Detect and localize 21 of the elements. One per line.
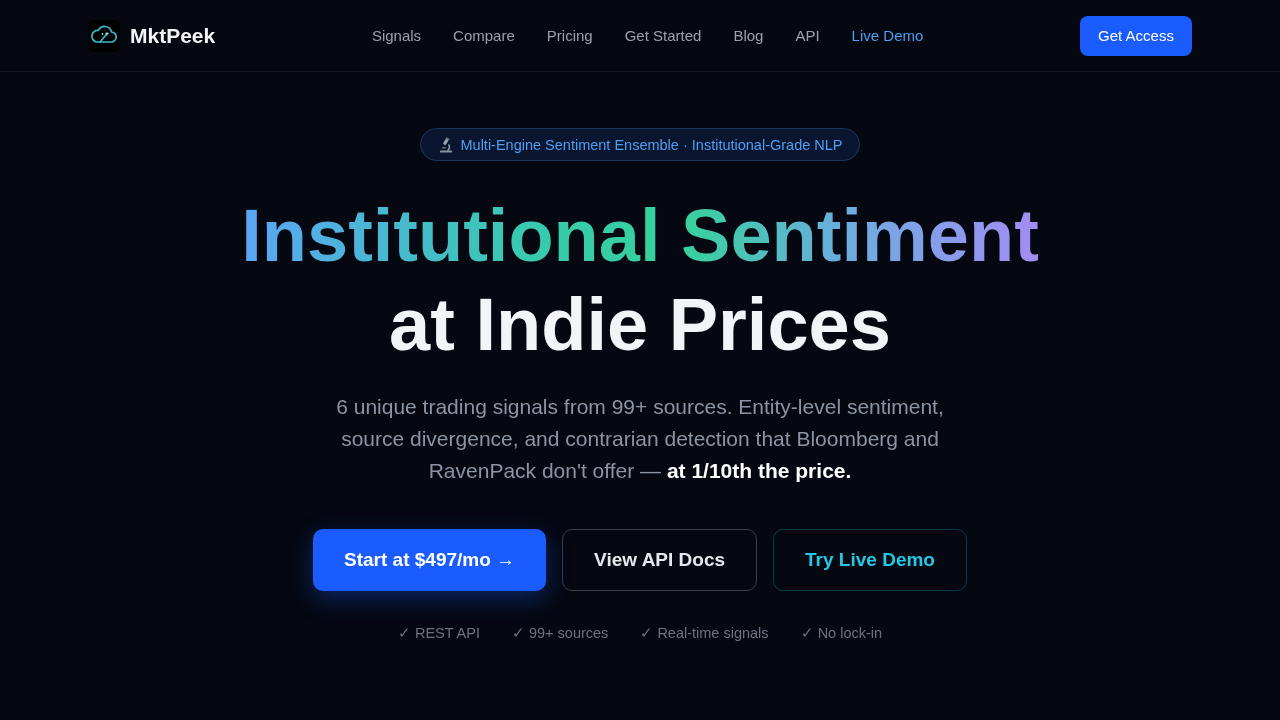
badge-text: Multi-Engine Sentiment Ensemble · Institutional-Grade NLP [460, 136, 843, 153]
hero-subtitle: 6 unique trading signals from 99+ sources. Entity-level sentiment, source divergence, and contrarian detection that Bloomberg and RavenPack don't offer — at 1/10th the price. [335, 394, 945, 484]
nav-link[interactable]: Get Started [624, 27, 702, 44]
hero-button[interactable]: Start at $497/mo → [313, 529, 547, 591]
feature-item: ✓ REST API [397, 624, 480, 643]
nav-link[interactable]: Compare [453, 27, 515, 44]
brand-name[interactable]: MktPeek [130, 23, 216, 48]
nav-link[interactable]: Live Demo [851, 27, 924, 44]
nav-link[interactable]: Signals [371, 27, 422, 44]
hero-button[interactable]: Try Live Demo [773, 529, 967, 591]
get-access-button[interactable]: Get Access [1080, 15, 1192, 56]
feature-item: ✓ No lock-in [800, 624, 883, 643]
feature-item: ✓ 99+ sources [511, 624, 609, 643]
cloud-wand-logo-icon [88, 19, 120, 52]
nav-link[interactable]: API [795, 27, 820, 44]
hero-button[interactable]: View API Docs [562, 529, 758, 591]
headline-line: at Indie Prices [389, 282, 891, 368]
feature-item: ✓ Real-time signals [640, 624, 769, 643]
nav-link[interactable]: Pricing [546, 27, 593, 44]
nav-link[interactable]: Blog [733, 27, 764, 44]
microscope-icon [438, 136, 455, 153]
